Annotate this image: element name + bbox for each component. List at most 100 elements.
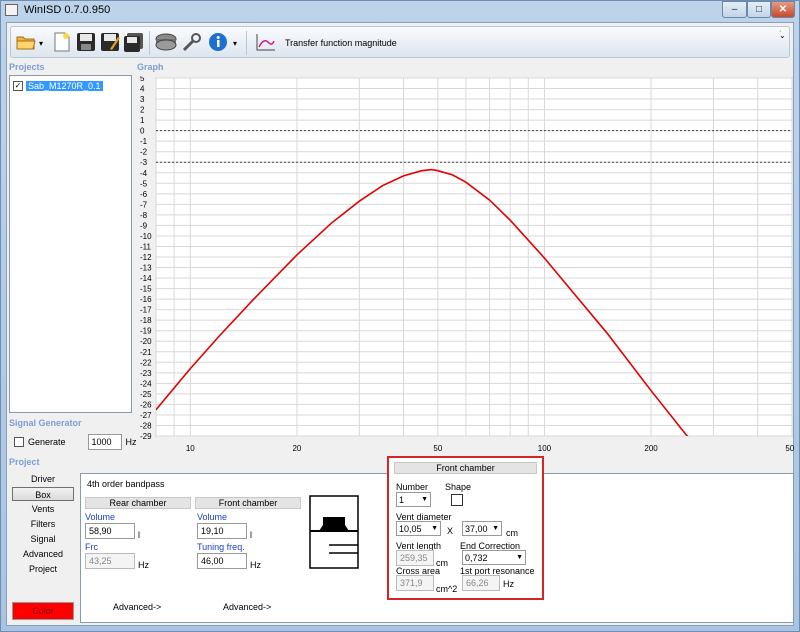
maximize-button[interactable]: □ [747,1,771,18]
end-correction-value: 0,732 [465,552,488,563]
front-chamber-heading: Front chamber [195,497,301,509]
nav-signal[interactable]: Signal [12,532,74,546]
number-select[interactable]: 1 ▼ [396,492,431,507]
frc-label: Frc [85,542,98,552]
frequency-unit: Hz [125,437,137,447]
y-tick-label: -6 [140,190,148,199]
vent-diameter-value: 10,05 [399,523,422,534]
nav-vents[interactable]: Vents [12,502,74,516]
y-tick-label: -8 [140,211,148,220]
y-tick-label: -17 [140,306,152,315]
open-dropdown-icon[interactable]: ▾ [39,39,43,48]
signal-generator-row: Generate 1000 Hz [14,434,137,450]
signal-generator-heading: Signal Generator [9,418,82,428]
front-volume-unit: l [250,530,252,540]
y-tick-label: -2 [140,148,148,157]
x-tick-label: 50 [433,444,442,453]
vent-length-input: 259,35 [396,550,434,566]
tuning-freq-input[interactable]: 46,00 [197,553,247,569]
generate-checkbox[interactable] [14,437,24,447]
front-volume-label: Volume [197,512,228,522]
y-tick-label: -23 [140,369,152,378]
tools-icon[interactable] [181,31,203,53]
minimize-button[interactable]: – [722,1,747,18]
y-tick-label: -21 [140,348,152,357]
info-dropdown-icon[interactable]: ▾ [233,39,237,48]
chevron-down-icon: ▼ [492,525,499,532]
save-as-icon[interactable] [99,31,121,53]
tuning-freq-unit: Hz [250,560,261,570]
y-tick-label: -4 [140,169,148,178]
end-correction-select[interactable]: 0,732 ▼ [462,550,526,565]
y-tick-label: 1 [140,116,145,125]
y-tick-label: -5 [140,179,148,188]
y-tick-label: -12 [140,253,152,262]
y-tick-label: 3 [140,95,145,104]
nav-filters[interactable]: Filters [12,517,74,531]
nav-project[interactable]: Project [12,562,74,576]
y-tick-label: -7 [140,200,148,209]
generate-label: Generate [28,437,66,447]
front-advanced-button[interactable]: Advanced-> [223,602,271,612]
rear-volume-input[interactable]: 58,90 [85,523,135,539]
project-name[interactable]: Sab_M1270R_0.1 [26,80,103,91]
toolbar: ▾ ▾ Transfer function magnitude · ⌄ [10,26,790,58]
vent-diameter2-select[interactable]: 37,00 ▼ [462,521,502,536]
y-tick-label: -9 [140,221,148,230]
chart-icon[interactable] [255,31,277,53]
rear-volume-label: Volume [85,512,116,522]
y-tick-label: 4 [140,85,145,94]
area-unit: cm^2 [436,584,458,594]
y-tick-label: -24 [140,379,152,388]
title-bar[interactable]: WinISD 0.7.0.950 – □ ✕ [0,0,800,20]
y-tick-label: -3 [140,158,148,167]
toolbar-separator [149,31,150,55]
app-icon [5,4,18,16]
resonance-unit: Hz [503,579,514,589]
nav-driver[interactable]: Driver [12,472,74,486]
projects-list[interactable]: ✓ Sab_M1270R_0.1 [9,75,132,413]
rear-advanced-button[interactable]: Advanced-> [113,602,161,612]
y-tick-label: 5 [140,76,145,83]
y-tick-label: -13 [140,264,152,273]
box-type-label: 4th order bandpass [87,479,165,489]
rear-volume-unit: l [138,530,140,540]
front-volume-input[interactable]: 19,10 [197,523,247,539]
x-tick-label: 10 [186,444,195,453]
times-label: X [447,526,454,536]
new-document-icon[interactable] [51,31,73,53]
project-heading: Project [9,457,40,467]
y-tick-label: -25 [140,390,152,399]
x-tick-label: 20 [292,444,301,453]
close-button[interactable]: ✕ [771,1,795,18]
open-folder-icon[interactable] [15,31,37,53]
port-resonance-input: 66,26 [462,575,500,591]
y-tick-label: -15 [140,285,152,294]
y-tick-label: -26 [140,400,152,409]
y-tick-label: -10 [140,232,152,241]
y-tick-label: -29 [140,432,152,441]
response-chart[interactable]: 543210-1-2-3-4-5-6-7-8-9-10-11-12-13-14-… [134,74,799,456]
toolbar-overflow-icon[interactable]: · ⌄ [779,27,786,41]
nav-advanced[interactable]: Advanced [12,547,74,561]
info-icon[interactable] [207,31,229,53]
project-checkbox[interactable]: ✓ [13,80,23,91]
color-button[interactable]: Color [12,602,74,620]
drive-icon[interactable] [155,31,177,53]
rear-chamber-heading: Rear chamber [85,497,191,509]
y-tick-label: 2 [140,106,145,115]
view-label[interactable]: Transfer function magnitude [285,38,397,48]
toolbar-separator [246,31,247,55]
number-value: 1 [399,494,405,505]
frequency-input[interactable]: 1000 [87,434,122,450]
number-label: Number [396,482,429,492]
shape-selector[interactable] [451,494,463,506]
y-tick-label: -18 [140,316,152,325]
nav-box[interactable]: Box [12,487,74,501]
save-all-icon[interactable] [123,31,145,53]
list-item[interactable]: ✓ Sab_M1270R_0.1 [13,80,103,91]
graph-panel[interactable]: 5 4 3 2 1 0 -1 -2 -3 -4 -5 -6 -7 -8 -9 -10 -11 -12 -13 -14-… [134,74,799,456]
tuning-freq-label: Tuning freq. [197,542,245,552]
save-icon[interactable] [75,31,97,53]
vent-diameter-select[interactable]: 10,05 ▼ [396,521,441,536]
